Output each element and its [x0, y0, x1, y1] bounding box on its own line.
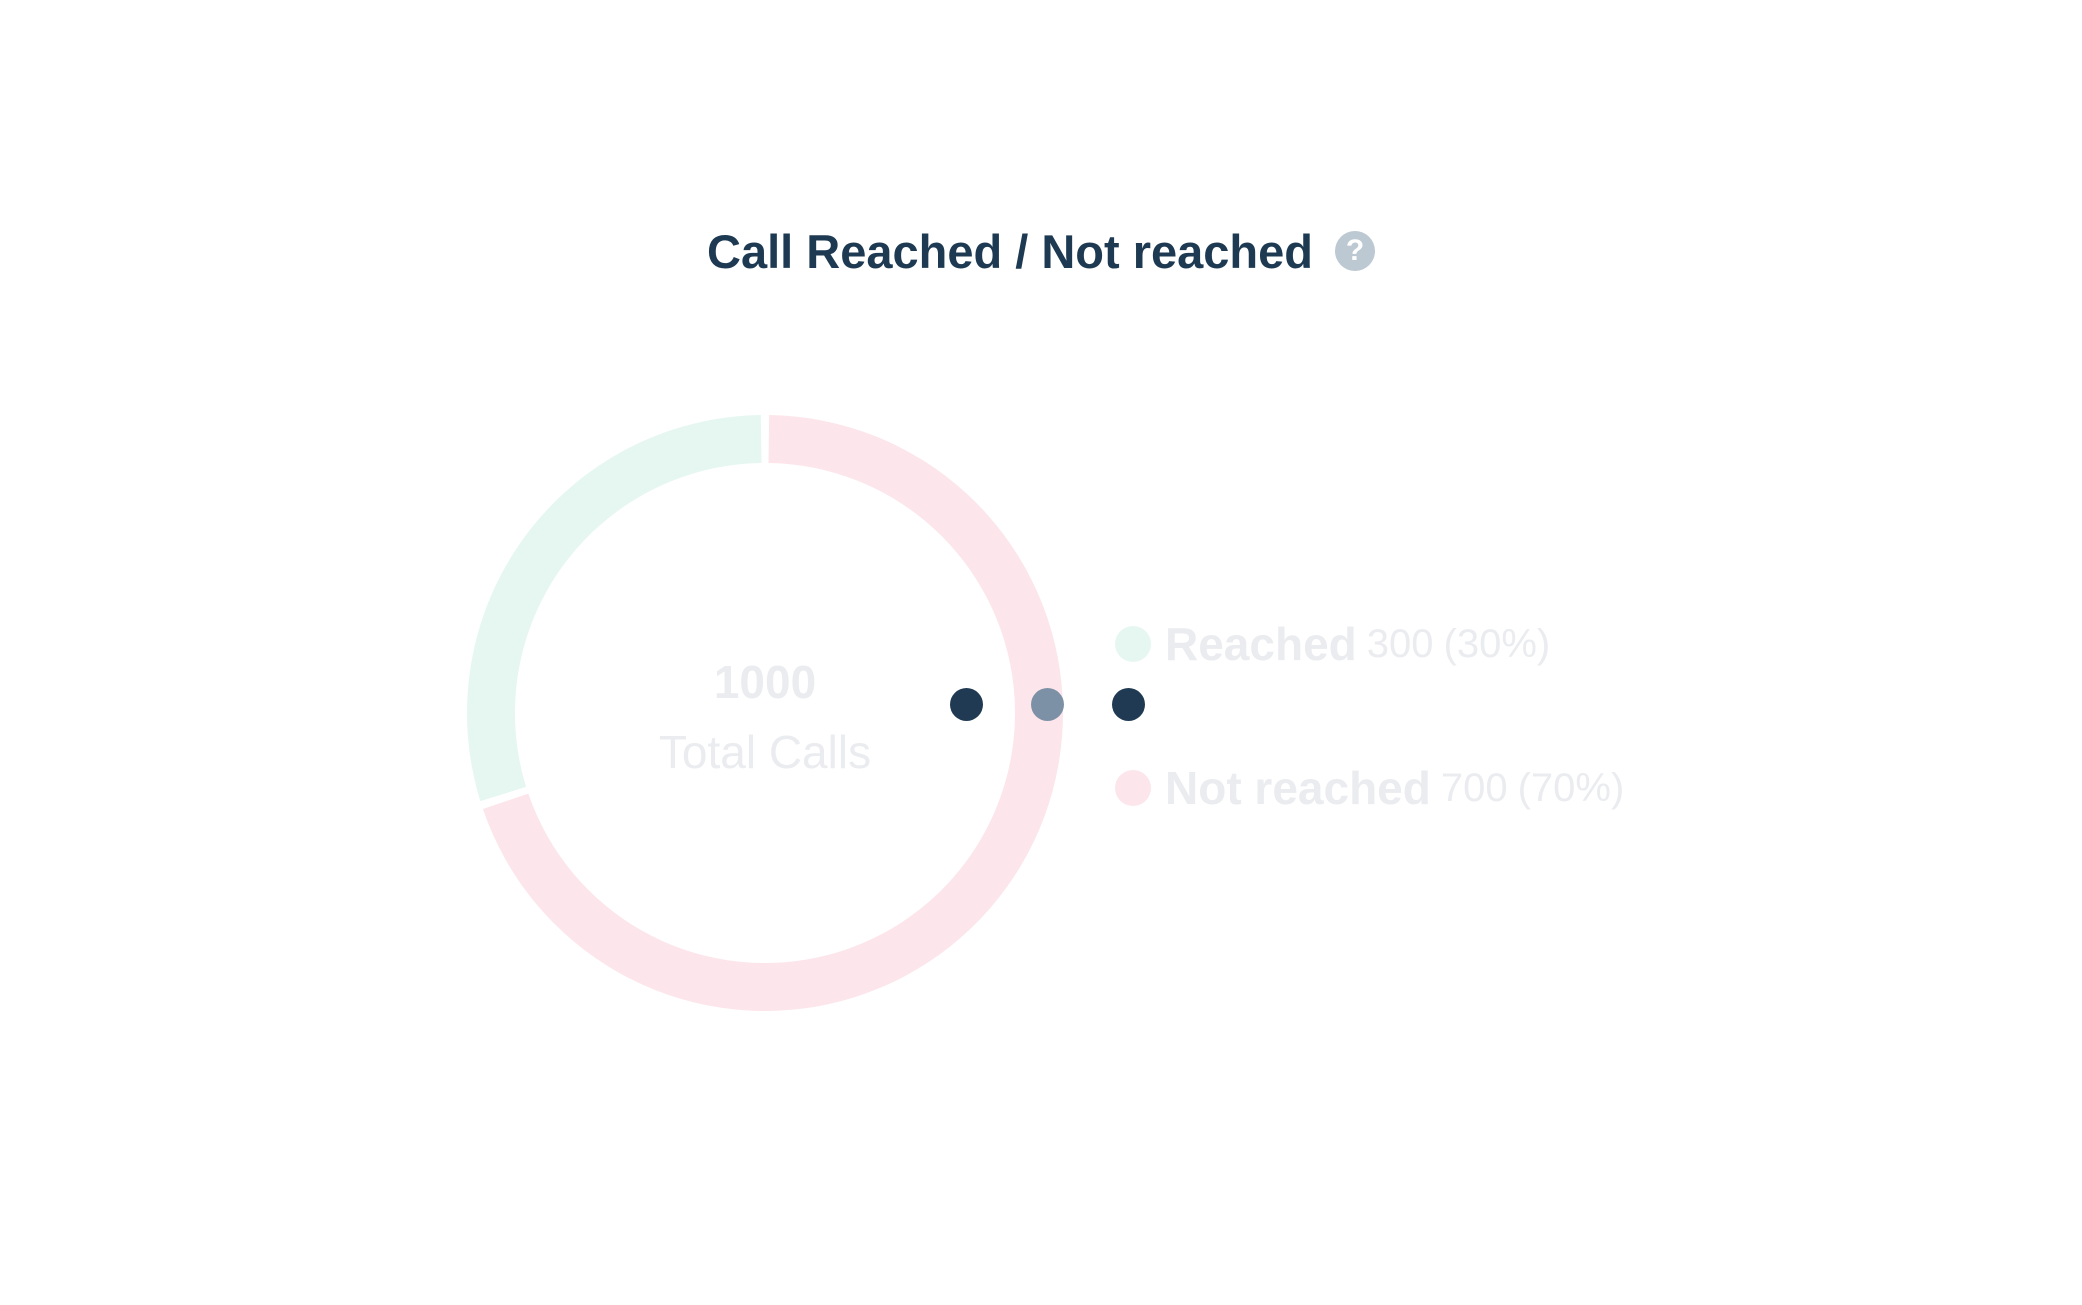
loading-dot [950, 688, 983, 721]
donut-center-total: 1000 [713, 656, 817, 708]
legend-item-reached[interactable]: Reached 300 (30%) [1115, 612, 1624, 676]
chart-title: Call Reached / Not reached [707, 224, 1313, 278]
legend-label-reached: Reached [1165, 618, 1357, 670]
legend-item-not-reached[interactable]: Not reached 700 (70%) [1115, 756, 1624, 820]
legend-percent-reached: (30%) [1443, 621, 1551, 666]
legend-percent-not-reached: (70%) [1517, 765, 1625, 810]
chart-header: Call Reached / Not reached ? [0, 218, 2082, 284]
question-mark-icon[interactable]: ? [1334, 231, 1375, 271]
legend-value-reached: 300 [1366, 621, 1434, 666]
chart-widget: Call Reached / Not reached ? 1000 Total … [0, 0, 2082, 1305]
chart-legend: Reached 300 (30%) Not reached 700 (70%) [1115, 612, 1624, 900]
legend-swatch-not-reached [1115, 770, 1151, 806]
legend-swatch-reached [1115, 626, 1151, 662]
loading-dots-icon [950, 688, 1146, 722]
donut-center-label: Total Calls [658, 726, 872, 778]
loading-dot [1031, 688, 1064, 721]
legend-label-not-reached: Not reached [1165, 762, 1431, 814]
legend-value-not-reached: 700 [1440, 765, 1508, 810]
loading-dot [1112, 688, 1145, 721]
